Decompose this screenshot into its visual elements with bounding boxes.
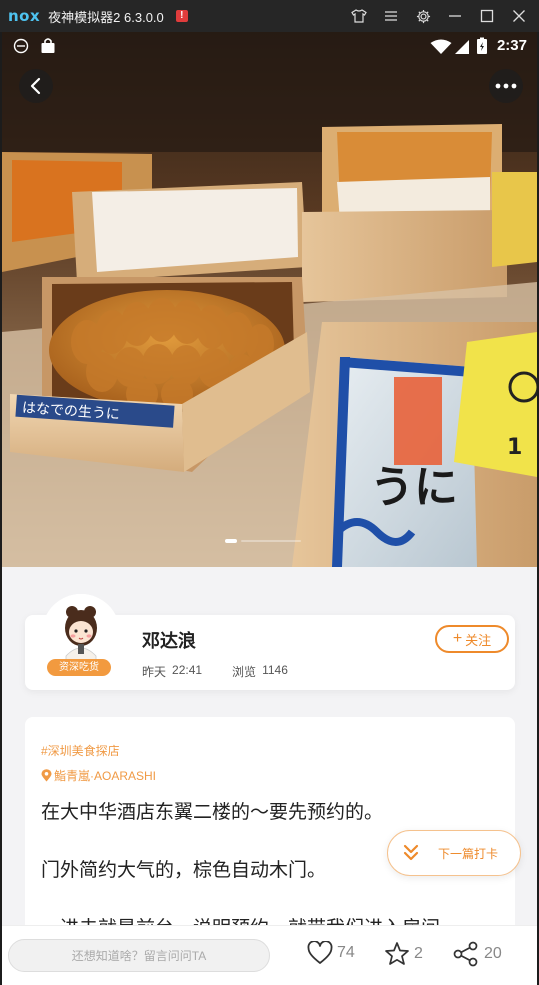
back-button[interactable]	[19, 69, 53, 103]
like-button[interactable]: 74	[307, 941, 355, 965]
comment-input[interactable]	[8, 939, 270, 972]
phone-screen: はなでの生うに うに 1 2:37 资深吃货 邓达浪 昨天 22:41 浏览 1…	[2, 32, 537, 985]
like-count: 74	[337, 944, 355, 961]
topic-tag[interactable]: #深圳美食探店	[41, 742, 120, 759]
follow-button[interactable]: + 关注	[435, 625, 509, 653]
share-icon	[453, 941, 478, 967]
location-name: 鮨青嵐·AOARASHI	[54, 769, 157, 783]
share-count: 20	[484, 945, 502, 962]
menu-icon[interactable]	[377, 2, 405, 30]
post-time: 22:41	[172, 663, 203, 677]
plus-icon: +	[452, 630, 463, 647]
heart-icon	[307, 941, 333, 964]
user-level-badge: 资深吃货	[47, 659, 111, 676]
post-date: 昨天	[142, 665, 167, 679]
battery-icon	[477, 37, 487, 54]
views-label: 浏览	[232, 665, 257, 679]
more-options-button[interactable]	[489, 69, 523, 103]
status-time: 2:37	[496, 37, 527, 54]
post-photo[interactable]: はなでの生うに うに 1	[2, 32, 537, 567]
next-post-button[interactable]: 下一篇打卡	[387, 830, 521, 876]
chevron-left-icon	[30, 77, 41, 95]
maximize-icon[interactable]	[473, 2, 501, 30]
views-count: 1146	[262, 663, 288, 677]
post-paragraph: 门外简约大气的，棕色自动木门。	[41, 860, 327, 881]
next-post-label: 下一篇打卡	[438, 846, 499, 861]
gear-icon[interactable]	[409, 2, 437, 30]
double-chevron-down-icon	[403, 844, 419, 861]
sign-text: うに	[370, 462, 458, 513]
window-controls	[345, 0, 533, 32]
emulator-title: 夜神模拟器2 6.3.0.0	[48, 9, 164, 25]
more-dots-icon	[495, 83, 517, 89]
bottom-action-bar: 74 2 20	[2, 925, 537, 985]
page-indicator-track	[241, 540, 301, 542]
signal-icon	[455, 40, 469, 54]
author-card: 资深吃货 邓达浪 昨天 22:41 浏览 1146 + 关注	[25, 594, 515, 690]
shirt-icon[interactable]	[345, 2, 373, 30]
status-bar: 2:37	[2, 32, 537, 60]
price-tag-number: 1	[507, 435, 522, 460]
warning-icon[interactable]: !	[175, 10, 188, 22]
star-icon	[385, 942, 409, 965]
share-button[interactable]: 20	[452, 941, 502, 967]
shopping-bag-icon	[41, 38, 55, 53]
collect-count: 2	[414, 945, 423, 962]
page-indicator-active	[225, 539, 237, 543]
follow-label: 关注	[465, 632, 492, 648]
author-name[interactable]: 邓达浪	[142, 627, 196, 653]
post-paragraph: 在大中华酒店东翼二楼的～要先预约的。	[41, 802, 384, 823]
wifi-icon	[430, 39, 452, 54]
location-link[interactable]: 鮨青嵐·AOARASHI	[41, 767, 156, 784]
close-icon[interactable]	[505, 2, 533, 30]
location-pin-icon	[41, 769, 52, 782]
app-notification-icon	[13, 38, 29, 54]
nox-logo: nox	[8, 7, 41, 25]
post-meta: 昨天 22:41 浏览 1146	[142, 663, 288, 680]
collect-button[interactable]: 2	[384, 941, 423, 967]
emulator-title-bar: nox 夜神模拟器2 6.3.0.0 !	[0, 0, 539, 32]
minimize-icon[interactable]	[441, 2, 469, 30]
